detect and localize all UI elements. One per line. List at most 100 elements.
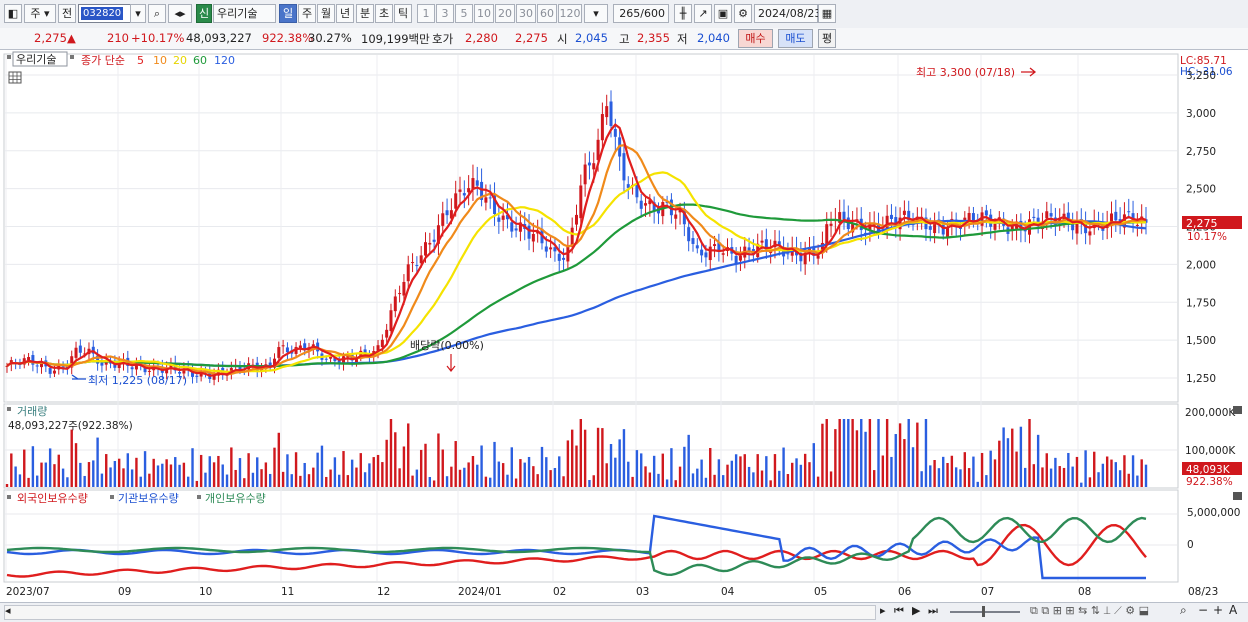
- volume-last-label: 48,093K: [1186, 464, 1231, 476]
- interval-120[interactable]: 120: [558, 4, 582, 23]
- volume-bar: [96, 437, 99, 487]
- zoom-search-icon[interactable]: ⌕: [1180, 603, 1187, 618]
- volume-bar: [665, 479, 669, 487]
- volume-bar: [329, 469, 332, 487]
- sell-button[interactable]: 매도: [778, 29, 813, 48]
- draw-tool-icon[interactable]: ↗: [694, 4, 712, 23]
- period-day[interactable]: 일: [279, 4, 297, 23]
- volume-bar: [225, 474, 229, 487]
- horizontal-scroll-track[interactable]: [4, 605, 876, 620]
- volume-bar: [704, 477, 708, 487]
- volume-bar: [674, 480, 677, 487]
- auto-scale-icon[interactable]: A: [1229, 603, 1237, 617]
- volume-bar: [717, 459, 721, 487]
- interval-3[interactable]: 3: [436, 4, 454, 23]
- scroll-right-icon[interactable]: ▸: [880, 604, 886, 617]
- date-axis-label: 10: [199, 586, 212, 598]
- table-grid-icon[interactable]: [8, 71, 22, 84]
- stock-name-field[interactable]: 우리기술: [213, 4, 276, 23]
- buy-button[interactable]: 매수: [738, 29, 773, 48]
- volume-bar: [100, 473, 104, 487]
- last-page-icon[interactable]: ⏭: [928, 604, 938, 618]
- holding-panel-close-icon[interactable]: [1233, 492, 1242, 500]
- search-icon[interactable]: ⌕: [148, 4, 166, 23]
- candle-body: [687, 227, 691, 242]
- period-year[interactable]: 년: [336, 4, 354, 23]
- volume-bar: [1071, 466, 1074, 487]
- volume-bar: [838, 419, 841, 487]
- volume-bar: [428, 476, 432, 487]
- average-button[interactable]: 평: [818, 29, 836, 48]
- volume-bar: [277, 432, 281, 487]
- price-tick-label: 2,500: [1186, 184, 1216, 196]
- volume-bar: [1023, 467, 1027, 487]
- calendar-icon[interactable]: ▦: [818, 4, 836, 23]
- count-field[interactable]: 265/600: [613, 4, 669, 23]
- candle-body: [467, 188, 471, 193]
- volume-bar: [1032, 464, 1036, 487]
- speaker-icon[interactable]: ◂▸: [168, 4, 192, 23]
- zoom-slider[interactable]: [950, 611, 1020, 613]
- last-price-label: 2,275: [1186, 217, 1218, 230]
- interval-dropdown[interactable]: ▾: [584, 4, 608, 23]
- interval-60[interactable]: 60: [537, 4, 557, 23]
- volume-bar: [1054, 457, 1057, 487]
- price-change: 210: [107, 31, 129, 45]
- volume-bar: [27, 477, 30, 487]
- volume-bar: [993, 459, 997, 487]
- legend-ma60: 60: [193, 54, 207, 67]
- count-value: 265: [619, 7, 641, 20]
- volume-bar: [10, 453, 13, 487]
- volume-bar: [1019, 426, 1023, 487]
- volume-bar: [1080, 482, 1083, 487]
- settings-gear-icon[interactable]: ⚙: [734, 4, 752, 23]
- volume-bar: [622, 429, 626, 487]
- first-page-icon[interactable]: ⏮: [894, 604, 904, 618]
- volume-bar: [286, 454, 289, 487]
- chart-type-icon[interactable]: ◧: [4, 4, 22, 23]
- jeon-button[interactable]: 전: [58, 4, 76, 23]
- play-icon[interactable]: ▶: [912, 604, 920, 617]
- period-month[interactable]: 월: [317, 4, 335, 23]
- zoom-out-icon[interactable]: −: [1198, 603, 1208, 617]
- candle-body: [1114, 211, 1118, 221]
- candle-body: [829, 223, 833, 226]
- period-tick[interactable]: 틱: [394, 4, 412, 23]
- period-second[interactable]: 초: [375, 4, 393, 23]
- mode-select[interactable]: 주 ▾: [24, 4, 56, 23]
- volume-bar: [954, 467, 958, 487]
- date-axis-label: 09: [118, 586, 131, 598]
- candle-icon[interactable]: ╫: [674, 4, 692, 23]
- period-week[interactable]: 주: [298, 4, 316, 23]
- period-minute[interactable]: 분: [356, 4, 374, 23]
- save-icon[interactable]: ▣: [714, 4, 732, 23]
- chart-canvas[interactable]: 우리기술 종가 단순 5 10 20 60 120 최고 3,300 (07/1…: [0, 50, 1248, 602]
- interval-10[interactable]: 10: [474, 4, 494, 23]
- layout-icon[interactable]: ⧉ ⧉ ⊞ ⊞ ⇆ ⇅ ⟂ ⟋ ⚙ ⬓: [1030, 604, 1149, 618]
- zoom-slider-thumb[interactable]: [982, 606, 985, 617]
- candle-body: [406, 264, 410, 282]
- volume-bar: [743, 454, 746, 487]
- high-price: 2,355: [637, 31, 670, 45]
- legend-ma120: 120: [214, 54, 235, 67]
- code-dropdown-icon[interactable]: ▾: [130, 4, 146, 23]
- price-tick-label: 1,250: [1186, 373, 1216, 385]
- legend-institution: 기관보유수량: [118, 492, 179, 505]
- chart-area[interactable]: 우리기술 종가 단순 5 10 20 60 120 최고 3,300 (07/1…: [0, 50, 1248, 602]
- volume-bar: [868, 419, 872, 487]
- volume-panel-close-icon[interactable]: [1233, 406, 1242, 414]
- last-pct-label: 10.17%: [1187, 231, 1227, 243]
- interval-30[interactable]: 30: [516, 4, 536, 23]
- zoom-in-icon[interactable]: +: [1213, 603, 1223, 617]
- volume-bar: [389, 419, 393, 487]
- candle-body: [713, 244, 717, 246]
- interval-5[interactable]: 5: [455, 4, 473, 23]
- interval-1[interactable]: 1: [417, 4, 435, 23]
- volume-bar: [501, 463, 505, 487]
- interval-20[interactable]: 20: [495, 4, 515, 23]
- volume-bar: [903, 439, 906, 487]
- volume-bar: [700, 459, 703, 487]
- date-field[interactable]: 2024/08/23: [754, 4, 821, 23]
- candle-body: [454, 193, 458, 209]
- scroll-left-icon[interactable]: ◂: [5, 604, 11, 617]
